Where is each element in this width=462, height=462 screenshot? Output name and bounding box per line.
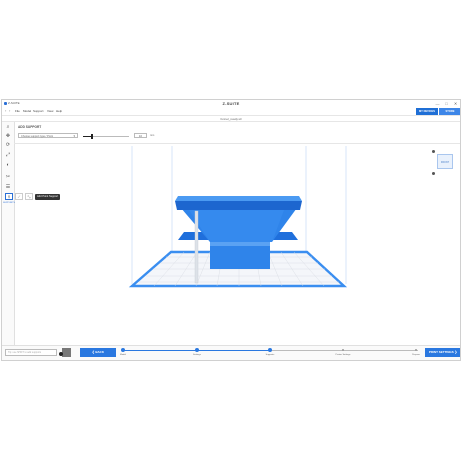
step-dot-prepare[interactable] bbox=[415, 349, 417, 351]
point-support-icon[interactable]: ⚲ bbox=[5, 193, 13, 200]
support-type-value: Choose support type / Point bbox=[21, 135, 54, 138]
title-bar: Z-SUITE Z-SUITE — □ ✕ bbox=[2, 100, 460, 108]
app-window: Z-SUITE Z-SUITE — □ ✕ ‹ › File Model Sup… bbox=[1, 99, 461, 361]
close-window-button[interactable]: ✕ bbox=[451, 100, 460, 107]
support-size-input[interactable]: 10 bbox=[134, 133, 147, 138]
menu-model[interactable]: Model bbox=[23, 109, 31, 113]
viewcube-top-dot[interactable] bbox=[432, 150, 435, 153]
support-pillar bbox=[194, 210, 199, 284]
scene-svg bbox=[128, 146, 348, 288]
layers-icon[interactable]: ☰ bbox=[5, 184, 11, 190]
step-label-supports: Supports bbox=[265, 354, 275, 356]
rotate-icon[interactable]: ⟳ bbox=[5, 142, 11, 148]
menu-support[interactable]: Support bbox=[33, 109, 44, 113]
maximize-button[interactable]: □ bbox=[442, 100, 451, 107]
panel-title: ADD SUPPORT bbox=[18, 125, 42, 129]
menu-bar: ‹ › File Model Support View Help bbox=[2, 108, 460, 115]
minimize-button[interactable]: — bbox=[433, 100, 442, 107]
notice-field[interactable]: Tip: use SHIFT to add supports bbox=[5, 349, 57, 356]
slider-handle[interactable] bbox=[91, 134, 94, 139]
print-settings-button[interactable]: PRINT SETTINGS ❯ bbox=[425, 348, 460, 357]
support-type-select[interactable]: Choose support type / Point ▾ bbox=[18, 133, 78, 138]
step-dot-model[interactable] bbox=[121, 348, 125, 352]
bottom-bar: Tip: use SHIFT to add supports ❮ BACK Mo… bbox=[2, 345, 460, 360]
step-label-model: Model bbox=[120, 354, 126, 356]
menu-view[interactable]: View bbox=[47, 109, 53, 113]
step-label-prepare: Prepare bbox=[412, 354, 420, 356]
file-name: funnel_ready.stl bbox=[220, 117, 242, 121]
back-arrow-icon[interactable]: ‹ bbox=[5, 108, 6, 113]
step-label-settings: Settings bbox=[193, 354, 201, 356]
chevron-down-icon: ▾ bbox=[73, 134, 75, 138]
app-title: Z-SUITE bbox=[8, 101, 20, 105]
qr-code-icon[interactable] bbox=[62, 348, 71, 357]
zoom-icon[interactable]: ⌕ bbox=[5, 124, 11, 130]
step-dot-printer-settings[interactable] bbox=[342, 349, 344, 351]
unit-label: mm bbox=[150, 134, 155, 137]
menu-file[interactable]: File bbox=[15, 109, 20, 113]
3d-viewport[interactable] bbox=[14, 144, 460, 346]
scale-icon[interactable]: ⤢ bbox=[5, 152, 11, 158]
menu-help[interactable]: Help bbox=[56, 109, 62, 113]
app-logo-icon bbox=[4, 102, 7, 105]
forward-arrow-icon[interactable]: › bbox=[9, 108, 10, 113]
step-dot-supports[interactable] bbox=[268, 348, 272, 352]
step-dot-settings[interactable] bbox=[195, 348, 199, 352]
step-label-printer-settings: Printer Settings bbox=[335, 354, 351, 356]
store-button[interactable]: STORE bbox=[439, 108, 460, 115]
view-cube[interactable]: FRONT bbox=[437, 154, 453, 169]
mirror-icon[interactable]: ◐ bbox=[5, 162, 11, 168]
file-bar: funnel_ready.stl bbox=[2, 115, 460, 122]
support-size-slider[interactable] bbox=[83, 134, 129, 139]
cut-icon[interactable]: ✂ bbox=[5, 174, 11, 180]
progress-line-pending bbox=[270, 350, 418, 351]
viewcube-bottom-dot[interactable] bbox=[432, 172, 435, 175]
back-button[interactable]: ❮ BACK bbox=[80, 348, 116, 357]
move-icon[interactable]: ✥ bbox=[5, 133, 11, 139]
info-badge-icon bbox=[59, 352, 63, 356]
my-devices-button[interactable]: MY DEVICES bbox=[416, 108, 438, 115]
brand-logo: Z-SUITE bbox=[222, 101, 240, 106]
